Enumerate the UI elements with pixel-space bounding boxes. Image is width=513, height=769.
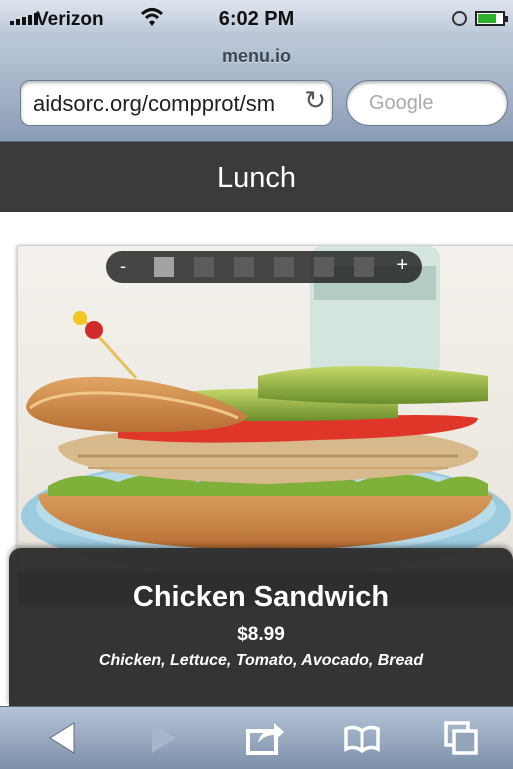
status-bar: Verizon 6:02 PM xyxy=(0,0,513,38)
pager-dot[interactable] xyxy=(194,257,214,277)
battery-icon xyxy=(475,11,508,26)
image-pager[interactable]: - + xyxy=(106,251,422,283)
reload-icon[interactable]: ↻ xyxy=(300,85,326,116)
url-field[interactable]: aidsorc.org/compprot/sm ↻ xyxy=(20,80,333,126)
rotation-lock-icon xyxy=(452,11,467,26)
pager-dot[interactable] xyxy=(274,257,294,277)
pager-dot[interactable] xyxy=(314,257,334,277)
search-field[interactable]: Google xyxy=(346,80,508,126)
pager-dot[interactable] xyxy=(234,257,254,277)
section-title: Lunch xyxy=(216,162,296,194)
pager-dot[interactable] xyxy=(354,257,374,277)
tabs-icon[interactable] xyxy=(444,721,480,755)
menu-section-header: Lunch xyxy=(0,142,513,212)
clock: 6:02 PM xyxy=(218,8,295,30)
share-icon[interactable] xyxy=(246,721,286,755)
search-placeholder: Google xyxy=(369,92,434,114)
item-price: $8.99 xyxy=(237,624,285,645)
url-text: aidsorc.org/compprot/sm xyxy=(33,91,276,116)
back-arrow-icon[interactable] xyxy=(48,721,78,755)
page-title: menu.io xyxy=(221,46,291,66)
item-info-panel: Chicken Sandwich $8.99 Chicken, Lettuce,… xyxy=(9,548,513,706)
item-name: Chicken Sandwich xyxy=(132,581,390,613)
bookmarks-icon[interactable] xyxy=(342,721,382,755)
forward-arrow-icon[interactable] xyxy=(148,721,178,755)
item-description: Chicken, Lettuce, Tomato, Avocado, Bread xyxy=(98,652,424,669)
pager-previous-button[interactable]: - xyxy=(120,256,126,277)
browser-chrome: menu.io aidsorc.org/compprot/sm ↻ Google xyxy=(0,38,513,142)
pager-dot[interactable] xyxy=(154,257,174,277)
browser-toolbar xyxy=(0,706,513,769)
pager-next-button[interactable]: + xyxy=(396,254,408,277)
